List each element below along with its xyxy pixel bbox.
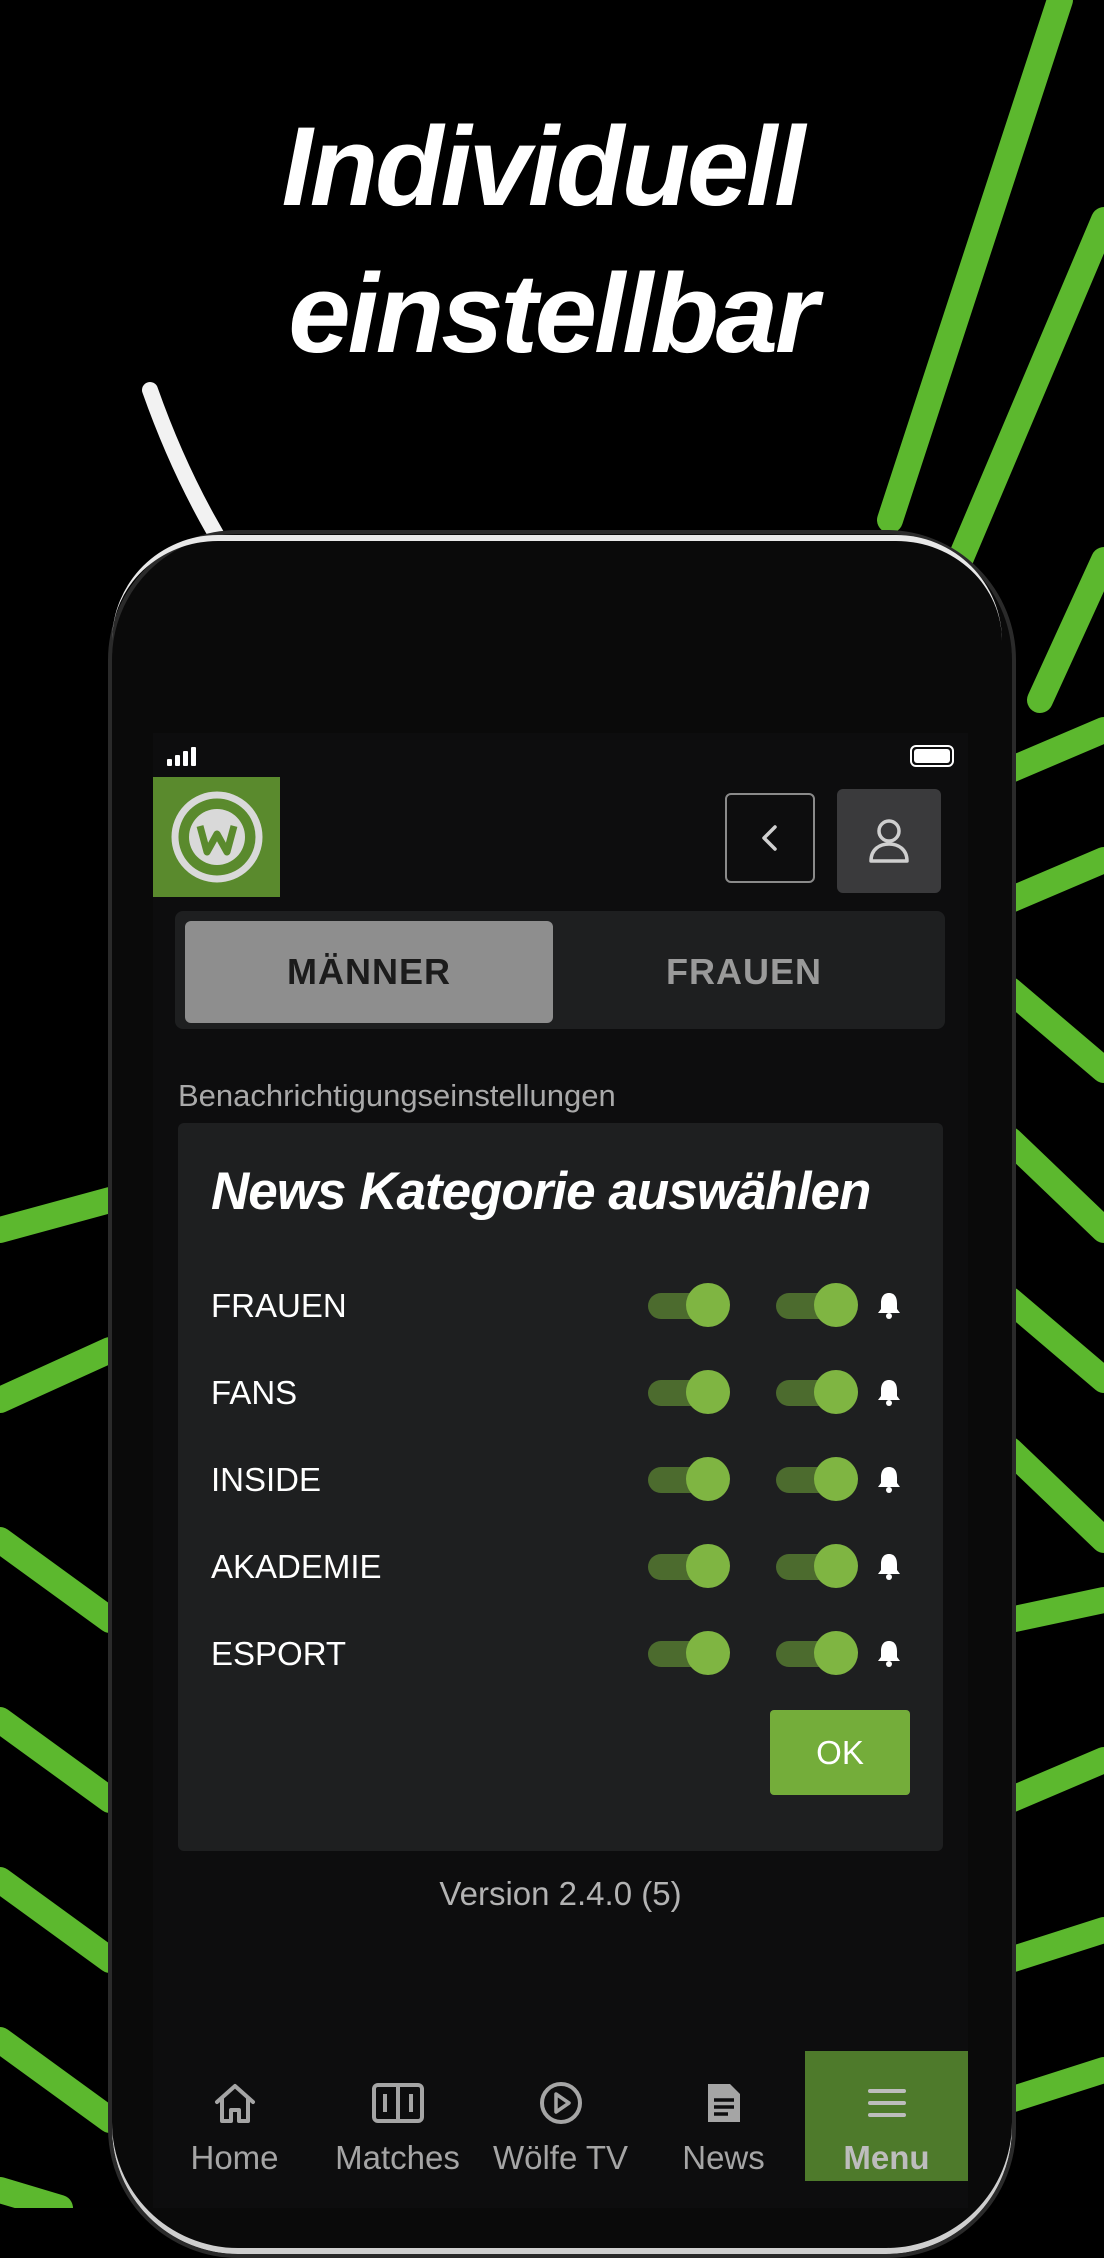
tab-label: Home: [190, 2139, 279, 2176]
card-title: News Kategorie auswählen: [211, 1162, 871, 1221]
bell-icon: [878, 1641, 900, 1667]
news-category-card: News Kategorie auswählen FRAUEN FANS INS…: [178, 1123, 943, 1851]
segment-frauen[interactable]: FRAUEN: [560, 921, 928, 1023]
play-circle-icon: [539, 2082, 582, 2124]
push-toggle[interactable]: [776, 1370, 858, 1414]
back-button[interactable]: [725, 793, 815, 883]
push-toggle[interactable]: [776, 1631, 858, 1675]
status-bar: [153, 733, 968, 779]
bell-icon: [878, 1467, 900, 1493]
push-toggle[interactable]: [776, 1283, 858, 1327]
wolfsburg-logo-icon: [171, 791, 262, 883]
category-row: FANS: [178, 1364, 943, 1424]
category-label: ESPORT: [211, 1635, 347, 1672]
app-screen: MÄNNER FRAUEN Benachrichtigungseinstellu…: [153, 733, 968, 2208]
promo-headline-line2: einstellbar: [288, 251, 818, 376]
category-row: AKADEMIE: [178, 1538, 943, 1598]
tab-label: Matches: [335, 2139, 460, 2176]
tab-label: News: [682, 2139, 765, 2176]
tab-label: Wölfe TV: [492, 2139, 629, 2176]
push-toggle[interactable]: [776, 1544, 858, 1588]
version-text: Version 2.4.0 (5): [439, 1875, 682, 1912]
category-label: INSIDE: [211, 1461, 322, 1498]
promo-headline-line1: Individuell: [281, 104, 806, 229]
category-label: FRAUEN: [211, 1287, 347, 1324]
segment-maenner[interactable]: MÄNNER: [185, 921, 553, 1023]
club-logo[interactable]: [153, 777, 280, 897]
category-label: FANS: [211, 1374, 298, 1411]
phone-rim: [112, 535, 1002, 641]
tab-label: Menu: [843, 2139, 930, 2176]
bell-icon: [878, 1380, 900, 1406]
tab-home[interactable]: Home: [153, 2051, 316, 2181]
category-row: INSIDE: [178, 1451, 943, 1511]
signal-icon: [167, 747, 196, 766]
bell-icon: [878, 1554, 900, 1580]
tab-news[interactable]: News: [642, 2051, 805, 2181]
category-label: AKADEMIE: [211, 1548, 382, 1585]
category-toggle[interactable]: [648, 1544, 730, 1588]
category-toggle[interactable]: [648, 1631, 730, 1675]
menu-icon: [867, 2089, 906, 2117]
category-toggle[interactable]: [648, 1370, 730, 1414]
tab-matches[interactable]: Matches: [316, 2051, 479, 2181]
category-toggle[interactable]: [648, 1457, 730, 1501]
user-icon: [869, 819, 909, 863]
chevron-left-icon: [762, 825, 777, 851]
tab-woelfe-tv[interactable]: Wölfe TV: [479, 2051, 642, 2181]
tab-menu[interactable]: Menu: [805, 2051, 968, 2181]
ok-button[interactable]: OK: [770, 1710, 910, 1795]
bottom-tab-bar: Home Matches Wölfe TV News Menu: [153, 2051, 968, 2208]
battery-icon: [910, 745, 954, 767]
category-row: ESPORT: [178, 1625, 943, 1685]
category-row: FRAUEN: [178, 1277, 943, 1337]
team-segmented-control: MÄNNER FRAUEN: [175, 911, 945, 1029]
section-label: Benachrichtigungseinstellungen: [178, 1078, 616, 1113]
document-icon: [707, 2084, 740, 2122]
bell-icon: [878, 1293, 900, 1319]
push-toggle[interactable]: [776, 1457, 858, 1501]
home-icon: [214, 2084, 255, 2123]
profile-button[interactable]: [837, 789, 941, 893]
scoreboard-icon: [371, 2083, 424, 2123]
category-toggle[interactable]: [648, 1283, 730, 1327]
